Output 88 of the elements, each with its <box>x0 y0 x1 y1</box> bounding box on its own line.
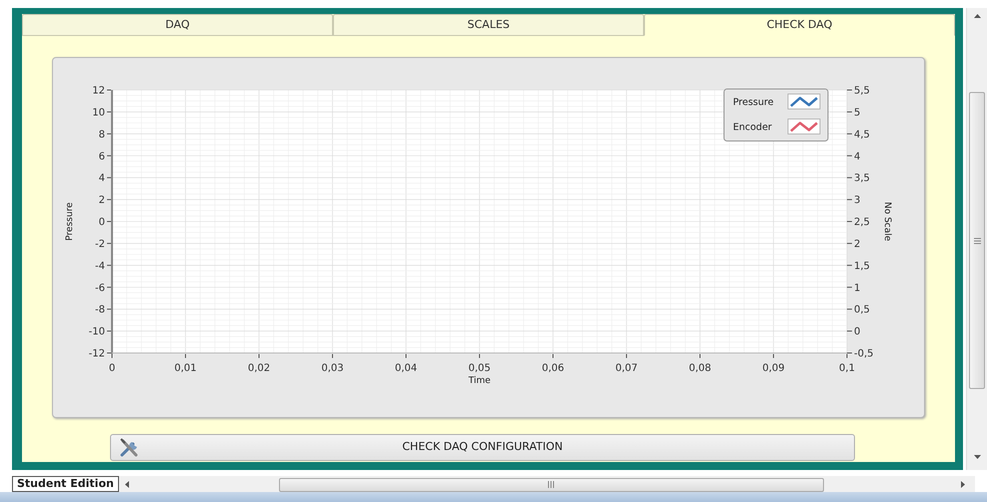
x-tick-label: 0,05 <box>468 363 491 374</box>
edition-label: Student Edition <box>12 476 119 492</box>
tick-mark <box>332 354 333 358</box>
grip-icon <box>548 481 554 488</box>
x-tick-label: 0,06 <box>542 363 564 374</box>
x-tick-label: 0,02 <box>248 363 270 374</box>
x-tick-label: 0,07 <box>615 363 638 374</box>
y-tick-label: 10 <box>92 107 105 118</box>
y-tick-label: 5,5 <box>854 86 870 96</box>
y-axis-title: Pressure <box>65 202 75 241</box>
y-tick-label: -0,5 <box>854 348 874 360</box>
y-tick-label: -10 <box>88 326 105 338</box>
x-tick-label: 0,04 <box>394 363 418 374</box>
tick-mark <box>846 330 852 332</box>
tab[interactable]: CHECK DAQ <box>644 14 955 36</box>
y-axis-title: No Scale <box>882 202 892 242</box>
x-axis-title: Time <box>468 376 491 386</box>
vertical-scrollbar[interactable] <box>966 8 987 470</box>
check-config-button[interactable]: CHECK DAQ CONFIGURATION <box>110 434 855 461</box>
tick-mark <box>106 264 112 266</box>
tab[interactable]: SCALES <box>333 14 644 36</box>
y-tick-label: 3,5 <box>854 173 870 184</box>
tick-mark <box>773 354 774 358</box>
tick-mark <box>106 330 112 332</box>
y-tick-label: 0,5 <box>854 304 870 316</box>
tick-mark <box>106 111 112 112</box>
y-tick-label: -6 <box>95 282 105 294</box>
scroll-down-icon[interactable] <box>974 455 980 459</box>
x-tick-label: 0,09 <box>762 363 785 374</box>
scroll-up-icon[interactable] <box>974 14 980 18</box>
tick-mark <box>846 111 852 112</box>
tick-mark <box>626 354 627 358</box>
tick-mark <box>846 177 852 178</box>
legend-swatch[interactable] <box>788 94 820 110</box>
x-tick-label: 0 <box>108 363 116 374</box>
scroll-thumb[interactable] <box>278 478 824 492</box>
y-tick-label: 4 <box>98 173 105 184</box>
tick-mark <box>846 242 852 244</box>
tick-mark <box>846 199 852 200</box>
tick-mark <box>846 221 852 222</box>
x-tick-label: 0,01 <box>174 363 197 374</box>
tick-mark <box>846 155 852 156</box>
y-tick-label: -2 <box>95 238 105 250</box>
y-tick-label: 1 <box>854 282 860 294</box>
y-tick-label: 12 <box>92 86 105 96</box>
tick-mark <box>106 199 112 200</box>
y-tick-label: -4 <box>95 260 105 272</box>
y-tick-label: 8 <box>98 129 105 140</box>
y-tick-label: 2 <box>98 195 105 206</box>
scroll-right-icon[interactable] <box>961 480 965 488</box>
y-tick-label: 6 <box>98 151 105 162</box>
tick-mark <box>106 286 112 288</box>
tick-mark <box>106 155 112 156</box>
tick-mark <box>106 133 112 134</box>
y-tick-label: 3 <box>854 195 860 206</box>
y-tick-label: 1,5 <box>854 260 870 272</box>
tick-mark <box>106 221 112 222</box>
x-tick-label: 0,08 <box>688 363 712 374</box>
x-tick-label: 0,1 <box>839 363 855 374</box>
y-tick-label: 4 <box>854 151 860 162</box>
legend-label: Pressure <box>733 97 774 108</box>
y-tick-label: 0 <box>854 326 860 338</box>
tick-mark <box>185 354 186 358</box>
tick-mark <box>846 308 852 310</box>
tick-mark <box>479 354 480 358</box>
tick-mark <box>846 133 852 134</box>
y-tick-label: 4,5 <box>854 129 870 140</box>
y-tick-label: -8 <box>95 304 105 316</box>
scroll-left-icon[interactable] <box>124 480 129 488</box>
scroll-thumb[interactable] <box>969 92 985 389</box>
horizontal-scrollbar[interactable] <box>118 476 975 492</box>
y-tick-label: 0 <box>98 217 105 228</box>
y-tick-label: 2,5 <box>854 217 870 228</box>
y-tick-label: 5 <box>854 107 860 118</box>
tick-mark <box>846 264 852 266</box>
tick-mark <box>258 354 260 358</box>
tick-mark <box>846 286 852 288</box>
grip-icon <box>974 238 980 244</box>
tab[interactable]: DAQ <box>22 14 333 36</box>
legend-swatch[interactable] <box>788 118 820 134</box>
tick-mark <box>106 308 112 310</box>
legend-label: Encoder <box>733 122 772 133</box>
y-tick-label: 2 <box>854 238 860 250</box>
tick-mark <box>106 242 112 244</box>
tick-mark <box>106 177 112 178</box>
x-tick-label: 0,03 <box>321 363 344 374</box>
y-tick-label: -12 <box>88 348 105 360</box>
tick-mark <box>552 354 554 358</box>
